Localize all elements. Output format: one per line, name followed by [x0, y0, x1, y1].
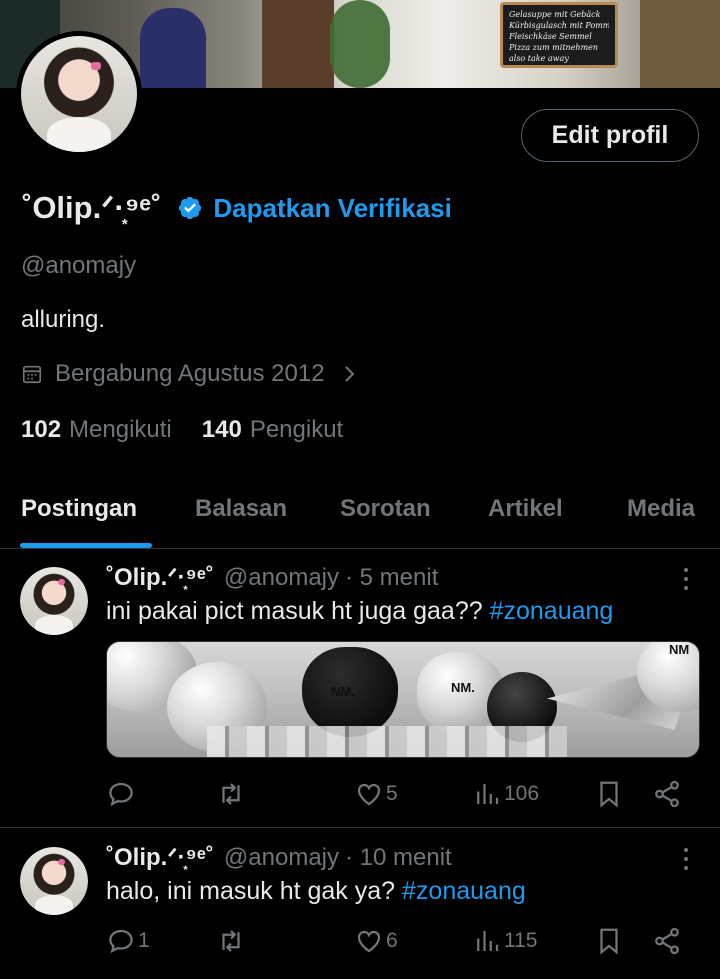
avatar-image: [20, 847, 88, 915]
hashtag-link[interactable]: #zonauang: [490, 597, 614, 625]
following-link[interactable]: 102 Mengikuti: [21, 416, 172, 444]
post-actions: 5 106: [106, 779, 700, 811]
menu-board-line: Gelasuppe mit Gebäck: [509, 10, 601, 19]
like-count: 6: [386, 929, 398, 952]
banner-door: [262, 0, 334, 88]
bookmark-button[interactable]: [594, 926, 624, 956]
post-actions: 1 6 115: [106, 926, 700, 958]
following-count: 102: [21, 416, 62, 443]
get-verified-link[interactable]: Dapatkan Verifikasi: [213, 193, 451, 224]
post-author-handle[interactable]: @anomajy: [224, 564, 339, 592]
view-count: 106: [504, 782, 540, 805]
heart-icon: [357, 930, 381, 953]
balloon-label: NM: [669, 642, 690, 657]
menu-board-line: Kürbisgulasch mit Pommes: [509, 21, 609, 30]
tab-sorotan[interactable]: Sorotan: [340, 495, 431, 523]
like-button[interactable]: 5: [354, 779, 398, 809]
joined-date[interactable]: Bergabung Agustus 2012: [21, 360, 369, 388]
views-icon: [477, 931, 499, 951]
banner-sign: [140, 8, 206, 88]
follow-stats: 102 Mengikuti 140 Pengikut: [21, 416, 373, 444]
post-header: ˚Olip.ᐟ·͙⁹ᵉ˚ @anomajy · 5 menit: [106, 563, 438, 592]
verified-badge-icon[interactable]: [177, 195, 203, 221]
like-count: 5: [386, 782, 398, 805]
reply-button[interactable]: [106, 779, 138, 809]
hashtag-link[interactable]: #zonauang: [402, 877, 526, 905]
bookmark-icon: [600, 781, 618, 808]
post-text: ini pakai pict masuk ht juga gaa?? #zona…: [106, 597, 613, 626]
post-avatar[interactable]: [20, 567, 88, 635]
bookmark-button[interactable]: [594, 779, 624, 809]
share-button[interactable]: [652, 926, 682, 956]
post-media-image[interactable]: NM. NM. NM: [106, 641, 700, 758]
repost-icon: [222, 783, 240, 805]
tab-media[interactable]: Media: [627, 495, 695, 523]
heart-icon: [357, 783, 381, 806]
profile-tabs: Postingan Balasan Sorotan Artikel Media: [0, 480, 720, 549]
more-options-icon[interactable]: [676, 845, 696, 873]
post-author-name[interactable]: ˚Olip.ᐟ·͙⁹ᵉ˚: [106, 563, 214, 592]
repost-icon: [222, 930, 240, 952]
balloon-label: NM.: [451, 680, 475, 695]
banner-menu-board: Gelasuppe mit Gebäck Kürbisgulasch mit P…: [500, 2, 618, 68]
banner-plant: [330, 0, 390, 88]
view-count: 115: [504, 929, 538, 952]
followers-label: Pengikut: [249, 416, 344, 443]
name-row: ˚Olip.ᐟ·͙⁹ᵉ˚ Dapatkan Verifikasi: [22, 188, 452, 228]
balloon-label: NM.: [331, 684, 355, 699]
tab-artikel[interactable]: Artikel: [488, 495, 563, 523]
post-author-handle[interactable]: @anomajy: [224, 844, 339, 872]
post-timestamp[interactable]: · 5 menit: [345, 564, 438, 592]
share-icon: [655, 780, 679, 808]
views-button[interactable]: 106: [472, 779, 539, 809]
share-button[interactable]: [652, 779, 682, 809]
post-body: ini pakai pict masuk ht juga gaa??: [106, 597, 483, 625]
post-text: halo, ini masuk ht gak ya? #zonauang: [106, 877, 526, 906]
menu-board-line: also take away: [509, 54, 569, 63]
reply-count: 1: [138, 929, 150, 952]
post-timestamp[interactable]: · 10 menit: [345, 844, 452, 872]
letter-balloons: [207, 726, 567, 757]
profile-handle: @anomajy: [21, 252, 137, 279]
more-options-icon[interactable]: [676, 565, 696, 593]
following-label: Mengikuti: [69, 416, 172, 443]
followers-count: 140: [201, 416, 242, 443]
active-tab-indicator: [20, 543, 152, 548]
avatar-image: [21, 36, 137, 152]
menu-board-line: Fleischkäse Semmel: [509, 32, 592, 41]
edit-profile-button[interactable]: Edit profil: [521, 109, 699, 162]
calendar-icon: [22, 365, 42, 384]
post-author-name[interactable]: ˚Olip.ᐟ·͙⁹ᵉ˚: [106, 843, 214, 872]
bookmark-icon: [600, 928, 618, 955]
hair-bow: [58, 579, 65, 585]
repost-button[interactable]: [216, 926, 248, 956]
share-icon: [655, 927, 679, 955]
avatar-image: [20, 567, 88, 635]
post-body: halo, ini masuk ht gak ya?: [106, 877, 396, 905]
tab-balasan[interactable]: Balasan: [195, 495, 287, 523]
post-header: ˚Olip.ᐟ·͙⁹ᵉ˚ @anomajy · 10 menit: [106, 843, 452, 872]
menu-board-line: Pizza zum mitnehmen: [509, 43, 599, 52]
repost-button[interactable]: [216, 779, 248, 809]
post-avatar[interactable]: [20, 847, 88, 915]
reply-button[interactable]: 1: [106, 926, 150, 956]
views-button[interactable]: 115: [472, 926, 537, 956]
display-name: ˚Olip.ᐟ·͙⁹ᵉ˚: [22, 190, 162, 225]
joined-label: Bergabung Agustus 2012: [55, 360, 325, 387]
chevron-right-icon: [344, 366, 354, 382]
like-button[interactable]: 6: [354, 926, 398, 956]
followers-link[interactable]: 140 Pengikut: [202, 416, 343, 444]
reply-icon: [109, 929, 133, 954]
hair-bow: [91, 62, 101, 70]
profile-avatar[interactable]: [16, 31, 142, 157]
reply-icon: [109, 782, 133, 807]
banner-wall: [640, 0, 720, 88]
profile-bio: alluring.: [21, 306, 106, 333]
tab-postingan[interactable]: Postingan: [21, 495, 137, 523]
post[interactable]: ˚Olip.ᐟ·͙⁹ᵉ˚ @anomajy · 10 menit halo, i…: [0, 829, 720, 979]
views-icon: [477, 784, 499, 804]
hair-bow: [58, 859, 65, 865]
